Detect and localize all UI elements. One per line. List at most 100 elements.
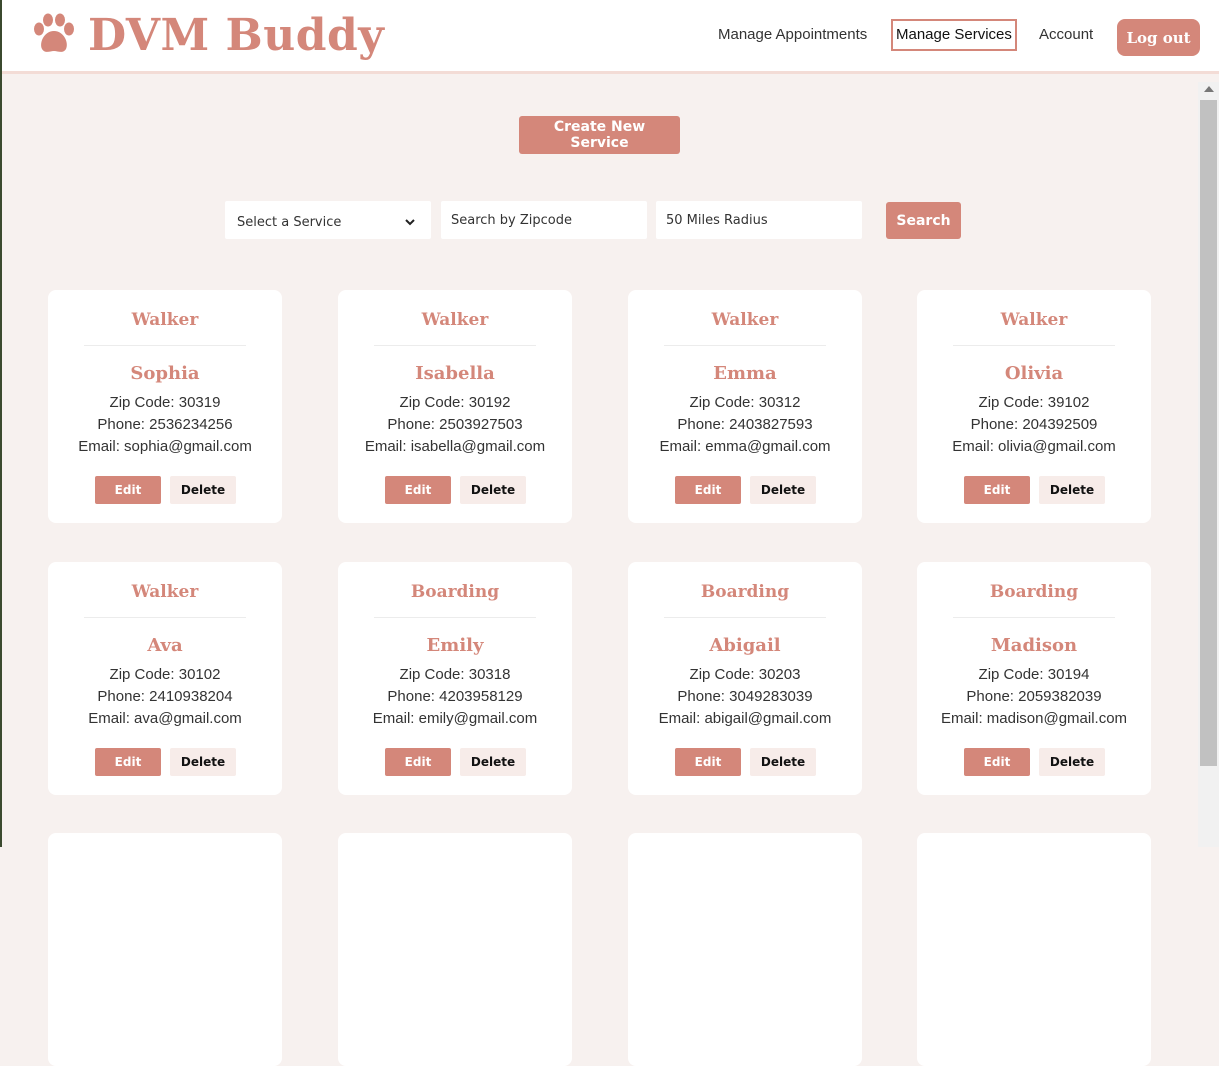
email-label: Email: [364, 438, 411, 455]
card-divider [953, 345, 1115, 346]
zip-value: 30318 [468, 666, 511, 683]
zip-line: Zip Code: 30203 [628, 666, 862, 683]
edit-button[interactable]: Edit [95, 476, 161, 504]
phone-value: 2536234256 [149, 416, 233, 433]
card-divider [664, 345, 826, 346]
edit-button[interactable]: Edit [675, 748, 741, 776]
phone-label: Phone: [677, 416, 730, 433]
email-label: Email: [659, 438, 706, 455]
zip-line: Zip Code: 39102 [917, 394, 1151, 411]
zipcode-search-input[interactable] [441, 201, 647, 239]
email-label: Email: [372, 710, 419, 727]
phone-line: Phone: 2059382039 [917, 688, 1151, 705]
card-divider [84, 617, 246, 618]
email-label: Email: [940, 710, 987, 727]
provider-name: Emily [426, 635, 484, 656]
email-value: madison@gmail.com [986, 710, 1128, 727]
zip-label: Zip Code: [109, 666, 179, 683]
phone-label: Phone: [966, 688, 1019, 705]
nav-manage-appointments[interactable]: Manage Appointments [718, 19, 867, 51]
provider-name: Olivia [1004, 363, 1064, 384]
service-card: Walker Isabella Zip Code: 30192 Phone: 2… [338, 290, 572, 523]
zip-value: 30312 [758, 394, 801, 411]
service-card: Boarding Abigail Zip Code: 30203 Phone: … [628, 562, 862, 795]
service-card-partial [48, 833, 282, 1066]
delete-button[interactable]: Delete [1039, 476, 1105, 504]
service-select[interactable]: Select a Service [225, 201, 431, 239]
card-divider [664, 617, 826, 618]
zip-line: Zip Code: 30102 [48, 666, 282, 683]
zip-line: Zip Code: 30312 [628, 394, 862, 411]
zip-label: Zip Code: [399, 394, 469, 411]
email-line: Email: ava@gmail.com [48, 710, 282, 727]
provider-name: Isabella [415, 363, 495, 384]
zip-value: 30192 [468, 394, 511, 411]
search-button[interactable]: Search [886, 202, 961, 239]
delete-button[interactable]: Delete [750, 748, 816, 776]
edit-button[interactable]: Edit [95, 748, 161, 776]
delete-button[interactable]: Delete [750, 476, 816, 504]
phone-line: Phone: 2403827593 [628, 416, 862, 433]
delete-button[interactable]: Delete [460, 748, 526, 776]
zip-value: 39102 [1047, 394, 1090, 411]
phone-label: Phone: [387, 416, 440, 433]
edit-button[interactable]: Edit [385, 748, 451, 776]
brand-title: DVM Buddy [88, 10, 385, 61]
zip-value: 30319 [178, 394, 221, 411]
delete-button[interactable]: Delete [170, 748, 236, 776]
zip-label: Zip Code: [399, 666, 469, 683]
phone-value: 3049283039 [729, 688, 813, 705]
delete-button[interactable]: Delete [1039, 748, 1105, 776]
zip-line: Zip Code: 30319 [48, 394, 282, 411]
provider-name: Abigail [709, 635, 781, 656]
edit-button[interactable]: Edit [964, 748, 1030, 776]
phone-line: Phone: 4203958129 [338, 688, 572, 705]
zip-value: 30194 [1047, 666, 1090, 683]
service-type: Walker [421, 310, 489, 330]
phone-line: Phone: 2410938204 [48, 688, 282, 705]
nav-account[interactable]: Account [1039, 19, 1093, 51]
phone-value: 2503927503 [439, 416, 523, 433]
radius-input[interactable] [656, 201, 862, 239]
provider-name: Sophia [130, 363, 200, 384]
email-line: Email: madison@gmail.com [917, 710, 1151, 727]
nav-manage-services[interactable]: Manage Services [891, 19, 1017, 51]
zip-label: Zip Code: [978, 394, 1048, 411]
email-line: Email: emily@gmail.com [338, 710, 572, 727]
zip-label: Zip Code: [689, 666, 759, 683]
scrollbar-thumb[interactable] [1200, 100, 1217, 766]
zip-label: Zip Code: [109, 394, 179, 411]
email-value: sophia@gmail.com [124, 438, 252, 455]
delete-button[interactable]: Delete [460, 476, 526, 504]
window-edge [0, 0, 2, 847]
edit-button[interactable]: Edit [385, 476, 451, 504]
edit-button[interactable]: Edit [964, 476, 1030, 504]
logout-button[interactable]: Log out [1117, 19, 1200, 56]
zip-label: Zip Code: [689, 394, 759, 411]
email-line: Email: isabella@gmail.com [338, 438, 572, 455]
phone-label: Phone: [970, 416, 1023, 433]
service-card: Walker Olivia Zip Code: 39102 Phone: 204… [917, 290, 1151, 523]
delete-button[interactable]: Delete [170, 476, 236, 504]
service-card-partial [628, 833, 862, 1066]
service-card-partial [338, 833, 572, 1066]
email-line: Email: emma@gmail.com [628, 438, 862, 455]
edit-button[interactable]: Edit [675, 476, 741, 504]
service-select-value: Select a Service [237, 215, 342, 230]
service-type: Boarding [410, 582, 500, 602]
service-card: Walker Sophia Zip Code: 30319 Phone: 253… [48, 290, 282, 523]
phone-value: 4203958129 [439, 688, 523, 705]
email-value: olivia@gmail.com [998, 438, 1116, 455]
phone-value: 2410938204 [149, 688, 233, 705]
paw-icon [34, 13, 74, 52]
email-value: emily@gmail.com [418, 710, 538, 727]
email-label: Email: [78, 438, 125, 455]
scroll-up-arrow-icon[interactable] [1204, 86, 1214, 92]
create-new-service-button[interactable]: Create New Service [519, 116, 680, 154]
service-type: Walker [131, 582, 199, 602]
service-card: Boarding Emily Zip Code: 30318 Phone: 42… [338, 562, 572, 795]
provider-name: Emma [713, 363, 777, 384]
email-label: Email: [88, 710, 135, 727]
phone-label: Phone: [97, 416, 150, 433]
service-type: Boarding [989, 582, 1079, 602]
